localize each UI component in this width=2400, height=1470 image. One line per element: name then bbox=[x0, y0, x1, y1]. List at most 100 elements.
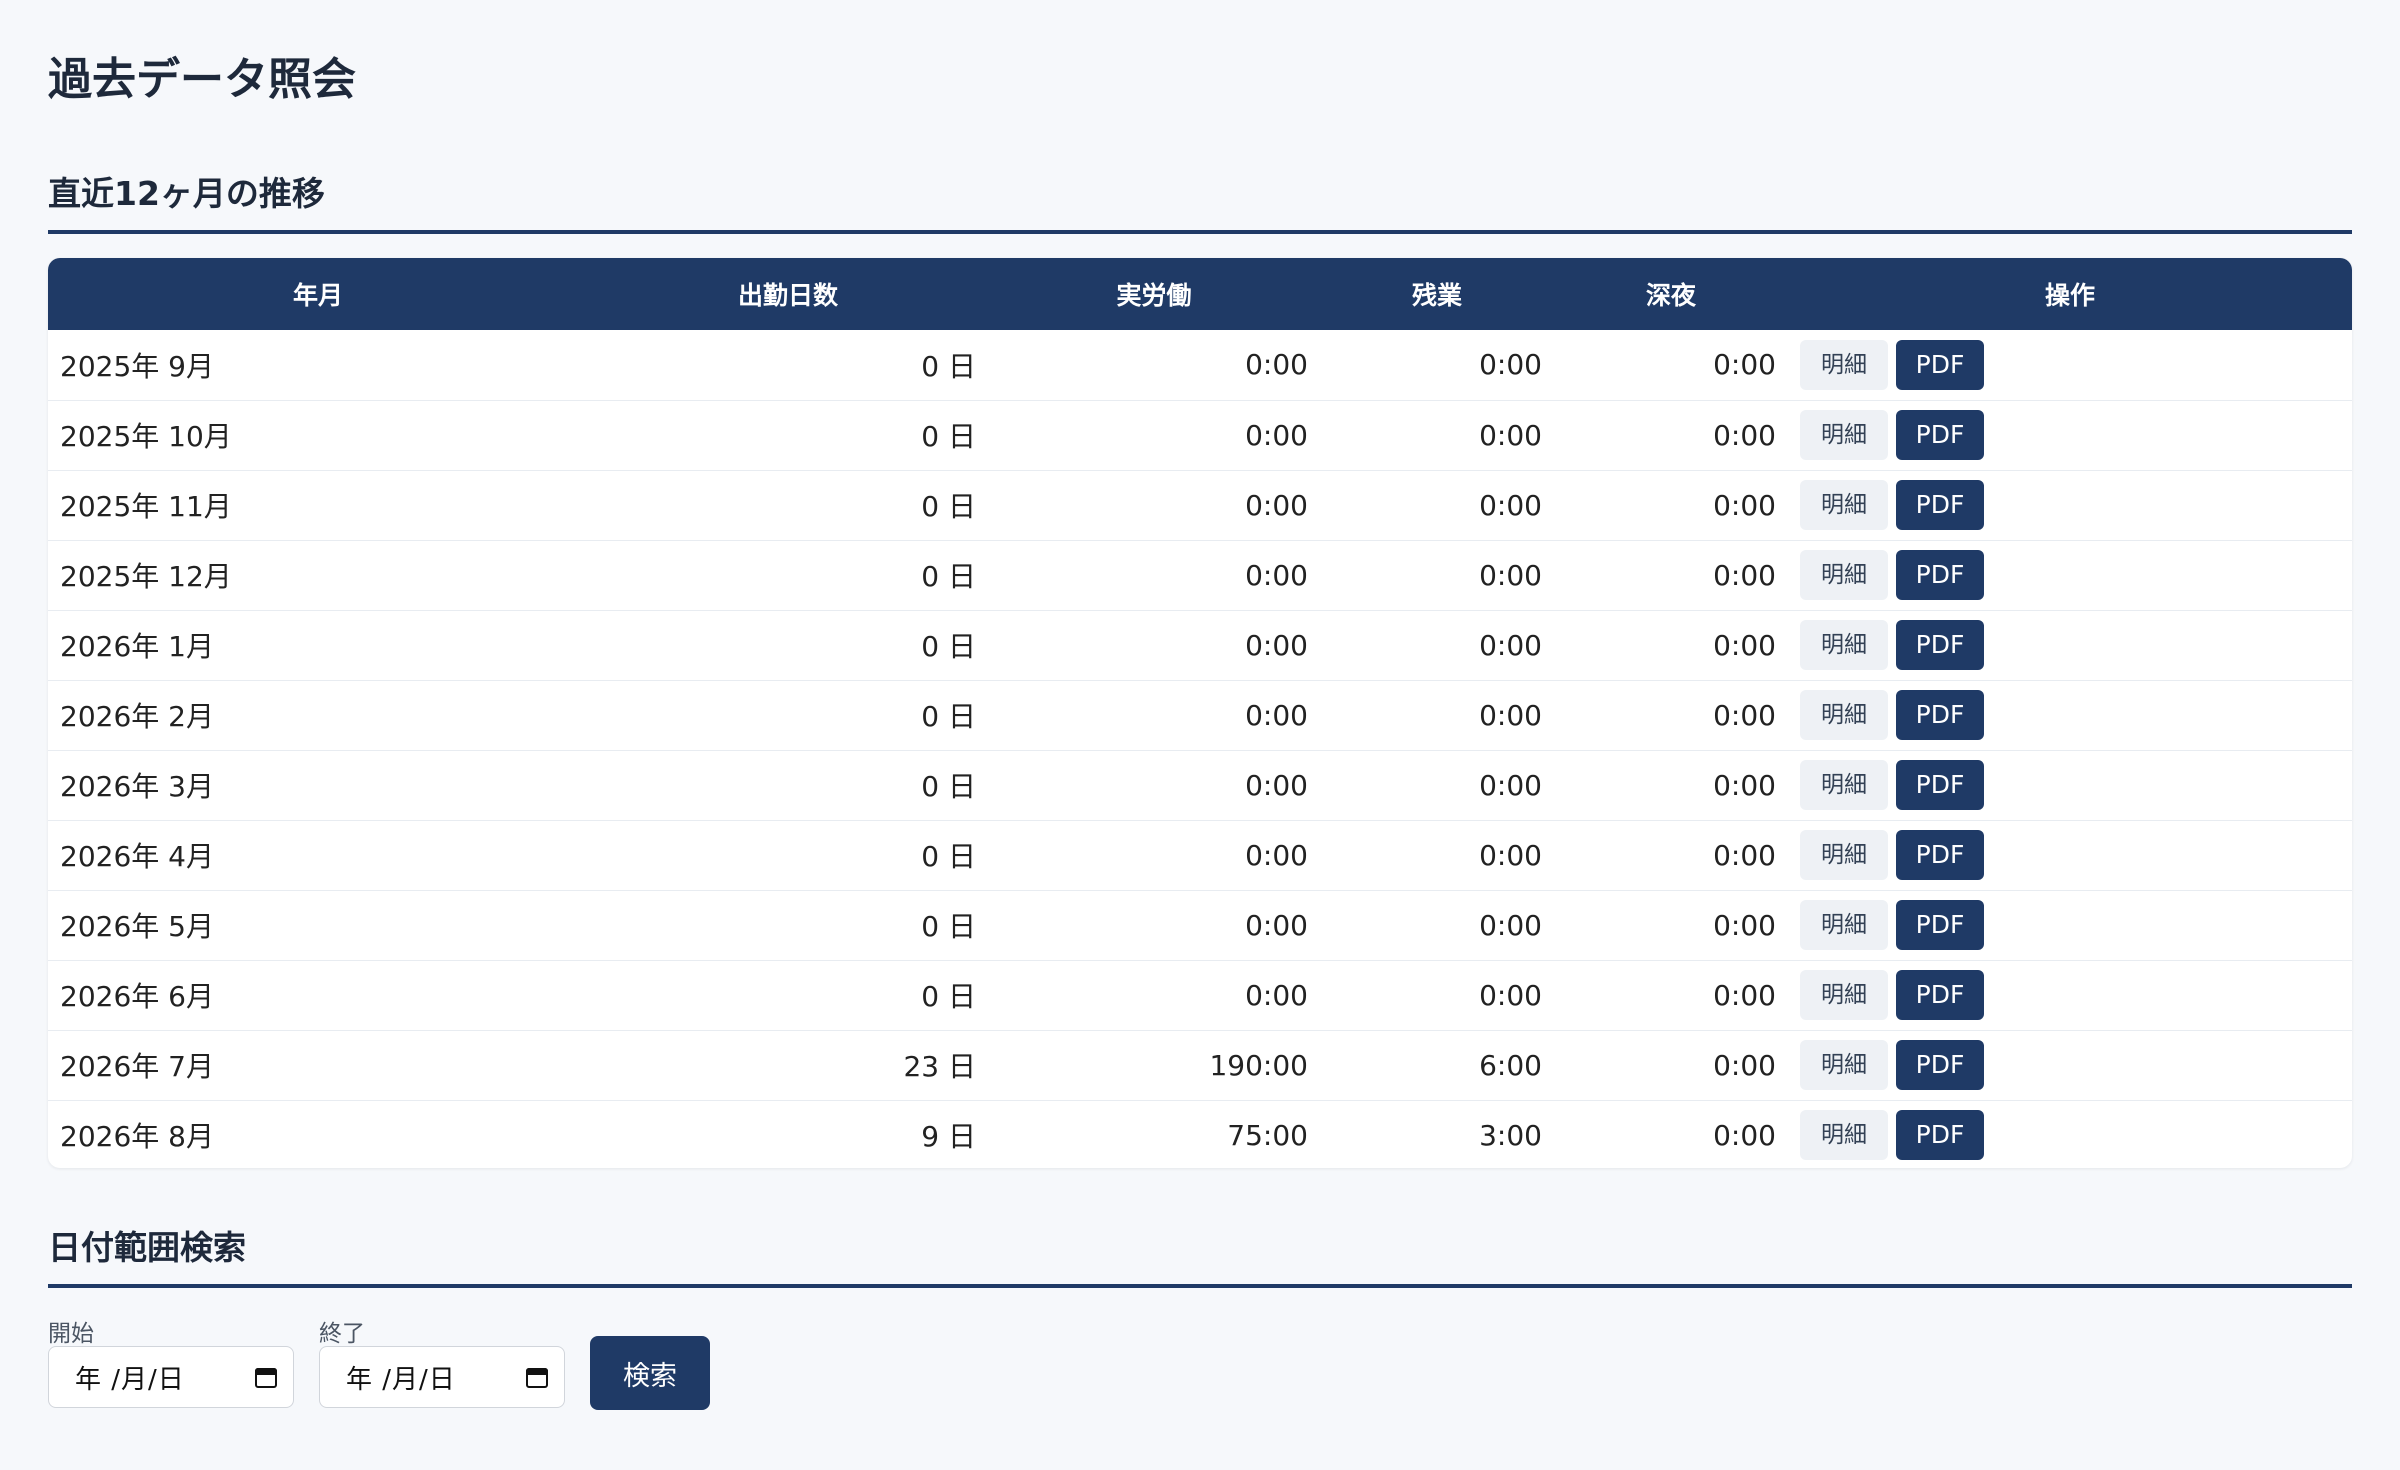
pdf-button[interactable]: PDF bbox=[1896, 900, 1984, 950]
table-row: 2026年 4月 0 日 0:00 0:00 0:00 明細 PDF bbox=[48, 820, 2352, 890]
cell-overtime: 3:00 bbox=[1479, 1118, 1542, 1152]
detail-button[interactable]: 明細 bbox=[1800, 900, 1888, 950]
cell-year-month: 2026年 8月 bbox=[60, 1120, 214, 1154]
end-date-value: 年 /月/日 bbox=[346, 1364, 456, 1395]
detail-button[interactable]: 明細 bbox=[1800, 970, 1888, 1020]
table-row: 2026年 7月 23 日 190:00 6:00 0:00 明細 PDF bbox=[48, 1030, 2352, 1100]
header-night: 深夜 bbox=[1645, 281, 1696, 310]
cell-work-days: 0 日 bbox=[921, 700, 976, 733]
start-date-label: 開始 bbox=[48, 1321, 94, 1347]
cell-actions: 明細 PDF bbox=[1788, 750, 2352, 820]
cell-overtime: 0:00 bbox=[1479, 488, 1542, 522]
detail-button[interactable]: 明細 bbox=[1800, 410, 1888, 460]
pdf-button[interactable]: PDF bbox=[1896, 410, 1984, 460]
trend-section-title: 直近12ヶ月の推移 bbox=[48, 172, 2352, 234]
detail-button[interactable]: 明細 bbox=[1800, 550, 1888, 600]
pdf-button[interactable]: PDF bbox=[1896, 339, 1984, 390]
cell-year-month: 2026年 7月 bbox=[60, 1050, 214, 1083]
cell-actual-work: 0:00 bbox=[1245, 418, 1308, 452]
cell-work-days: 9 日 bbox=[921, 1120, 976, 1154]
table-row: 2025年 12月 0 日 0:00 0:00 0:00 明細 PDF bbox=[48, 540, 2352, 610]
trend-table-body: 2025年 9月 0 日 0:00 0:00 0:00 明細 PDF 2025年 10月 0 日… bbox=[48, 330, 2352, 1168]
detail-button[interactable]: 明細 bbox=[1800, 339, 1888, 390]
trend-table-card: 年月 出勤日数 実労働 残業 深夜 操作 2025年 9月 0 日 0:00 0:00… bbox=[48, 258, 2352, 1168]
pdf-button[interactable]: PDF bbox=[1896, 1040, 1984, 1090]
cell-night: 0:00 bbox=[1713, 698, 1776, 732]
cell-overtime: 0:00 bbox=[1479, 698, 1542, 732]
detail-button[interactable]: 明細 bbox=[1800, 1040, 1888, 1090]
pdf-button[interactable]: PDF bbox=[1896, 970, 1984, 1020]
detail-button[interactable]: 明細 bbox=[1800, 620, 1888, 670]
cell-work-days: 0 日 bbox=[921, 420, 976, 453]
pdf-button[interactable]: PDF bbox=[1896, 550, 1984, 600]
header-year-month: 年月 bbox=[292, 281, 343, 310]
table-row: 2026年 6月 0 日 0:00 0:00 0:00 明細 PDF bbox=[48, 960, 2352, 1030]
search-button[interactable]: 検索 bbox=[590, 1336, 710, 1410]
cell-overtime: 0:00 bbox=[1479, 348, 1542, 382]
cell-overtime: 0:00 bbox=[1479, 558, 1542, 592]
cell-work-days: 0 日 bbox=[921, 910, 976, 943]
header-overtime: 残業 bbox=[1411, 281, 1462, 310]
cell-actual-work: 0:00 bbox=[1245, 628, 1308, 662]
table-row: 2026年 1月 0 日 0:00 0:00 0:00 明細 PDF bbox=[48, 610, 2352, 680]
detail-button[interactable]: 明細 bbox=[1800, 1110, 1888, 1161]
detail-button[interactable]: 明細 bbox=[1800, 690, 1888, 740]
header-actual-work: 実労働 bbox=[1116, 281, 1192, 310]
cell-actions: 明細 PDF bbox=[1788, 680, 2352, 750]
cell-actions: 明細 PDF bbox=[1788, 330, 2352, 400]
cell-year-month: 2026年 3月 bbox=[60, 770, 214, 803]
cell-actions: 明細 PDF bbox=[1788, 540, 2352, 610]
cell-year-month: 2026年 4月 bbox=[60, 840, 214, 873]
cell-actual-work: 0:00 bbox=[1245, 488, 1308, 522]
cell-overtime: 0:00 bbox=[1479, 908, 1542, 942]
cell-actions: 明細 PDF bbox=[1788, 610, 2352, 680]
pdf-button[interactable]: PDF bbox=[1896, 690, 1984, 740]
start-date-input[interactable]: 年 /月/日 bbox=[48, 1346, 294, 1408]
cell-overtime: 0:00 bbox=[1479, 768, 1542, 802]
cell-overtime: 0:00 bbox=[1479, 418, 1542, 452]
calendar-icon[interactable] bbox=[526, 1366, 548, 1388]
cell-work-days: 23 日 bbox=[903, 1050, 976, 1083]
pdf-button[interactable]: PDF bbox=[1896, 620, 1984, 670]
cell-actual-work: 0:00 bbox=[1245, 838, 1308, 872]
cell-actions: 明細 PDF bbox=[1788, 960, 2352, 1030]
cell-work-days: 0 日 bbox=[921, 560, 976, 593]
detail-button[interactable]: 明細 bbox=[1800, 830, 1888, 880]
table-row: 2025年 9月 0 日 0:00 0:00 0:00 明細 PDF bbox=[48, 330, 2352, 400]
page-title: 過去データ照会 bbox=[48, 54, 356, 105]
cell-work-days: 0 日 bbox=[921, 630, 976, 663]
cell-night: 0:00 bbox=[1713, 348, 1776, 382]
cell-actual-work: 0:00 bbox=[1245, 348, 1308, 382]
cell-night: 0:00 bbox=[1713, 838, 1776, 872]
pdf-button[interactable]: PDF bbox=[1896, 760, 1984, 810]
cell-overtime: 0:00 bbox=[1479, 838, 1542, 872]
cell-actual-work: 190:00 bbox=[1209, 1048, 1308, 1082]
pdf-button[interactable]: PDF bbox=[1896, 480, 1984, 530]
cell-year-month: 2025年 12月 bbox=[60, 560, 232, 593]
cell-year-month: 2026年 5月 bbox=[60, 910, 214, 943]
cell-actions: 明細 PDF bbox=[1788, 1100, 2352, 1168]
cell-actual-work: 0:00 bbox=[1245, 978, 1308, 1012]
cell-actual-work: 0:00 bbox=[1245, 768, 1308, 802]
end-date-input[interactable]: 年 /月/日 bbox=[319, 1346, 565, 1408]
cell-work-days: 0 日 bbox=[921, 980, 976, 1013]
cell-overtime: 0:00 bbox=[1479, 628, 1542, 662]
table-header-row: 年月 出勤日数 実労働 残業 深夜 操作 bbox=[48, 258, 2352, 330]
start-date-value: 年 /月/日 bbox=[75, 1364, 185, 1395]
pdf-button[interactable]: PDF bbox=[1896, 1110, 1984, 1161]
detail-button[interactable]: 明細 bbox=[1800, 760, 1888, 810]
table-row: 2026年 2月 0 日 0:00 0:00 0:00 明細 PDF bbox=[48, 680, 2352, 750]
cell-year-month: 2026年 1月 bbox=[60, 630, 214, 663]
search-section-title: 日付範囲検索 bbox=[48, 1226, 2352, 1288]
cell-actions: 明細 PDF bbox=[1788, 820, 2352, 890]
cell-night: 0:00 bbox=[1713, 1048, 1776, 1082]
cell-night: 0:00 bbox=[1713, 418, 1776, 452]
cell-night: 0:00 bbox=[1713, 488, 1776, 522]
table-row: 2025年 10月 0 日 0:00 0:00 0:00 明細 PDF bbox=[48, 400, 2352, 470]
cell-work-days: 0 日 bbox=[921, 770, 976, 803]
pdf-button[interactable]: PDF bbox=[1896, 830, 1984, 880]
calendar-icon[interactable] bbox=[255, 1366, 277, 1388]
end-date-label: 終了 bbox=[319, 1321, 365, 1347]
detail-button[interactable]: 明細 bbox=[1800, 480, 1888, 530]
cell-year-month: 2026年 2月 bbox=[60, 700, 214, 733]
